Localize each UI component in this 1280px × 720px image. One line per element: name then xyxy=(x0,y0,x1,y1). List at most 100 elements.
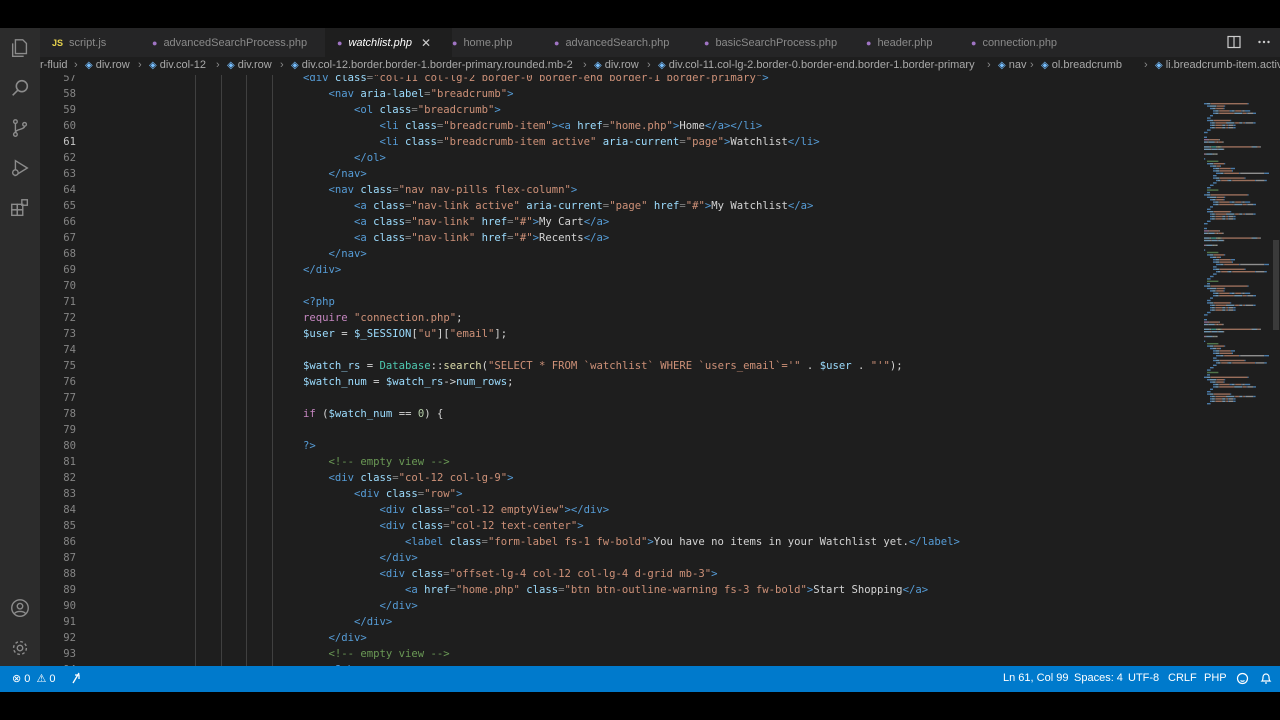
minimap-line xyxy=(1228,400,1229,402)
code-line[interactable]: 90 </div> xyxy=(40,598,1200,614)
vertical-scrollbar[interactable] xyxy=(1272,75,1280,666)
language-mode[interactable]: PHP xyxy=(1204,672,1227,684)
breadcrumb-item[interactable]: ◈ div.row xyxy=(85,59,130,71)
code-line[interactable]: 58 <nav aria-label="breadcrumb"> xyxy=(40,86,1200,102)
notifications-bell-icon[interactable] xyxy=(1260,672,1272,688)
code-line[interactable]: 57 <div class="col-11 col-lg-2 border-0 b… xyxy=(40,75,1200,86)
code-line[interactable]: 74 xyxy=(40,342,1200,358)
code-line[interactable]: 92 </div> xyxy=(40,630,1200,646)
code-line[interactable]: 80 ?> xyxy=(40,438,1200,454)
tab-header[interactable]: ● header.php xyxy=(854,28,971,57)
minimap-line xyxy=(1220,177,1245,179)
minimap-line xyxy=(1244,201,1251,203)
minimap-line xyxy=(1216,362,1218,364)
breadcrumb-item[interactable]: ◈ div.col-12 xyxy=(149,59,206,71)
code-line[interactable]: 81 <!-- empty view --> xyxy=(40,454,1200,470)
scrollbar-thumb[interactable] xyxy=(1273,240,1279,330)
code-line[interactable]: 88 <div class="offset-lg-4 col-12 col-lg-… xyxy=(40,566,1200,582)
code-line[interactable]: 69 </div> xyxy=(40,262,1200,278)
breadcrumb-item[interactable]: ◈ li.breadcrumb-item.active xyxy=(1155,59,1280,71)
tab-advanced-search[interactable]: ● advancedSearch.php xyxy=(542,28,704,57)
minimap-line xyxy=(1225,215,1227,218)
minimap-line xyxy=(1207,251,1219,254)
code-line[interactable]: 59 <ol class="breadcrumb"> xyxy=(40,102,1200,118)
line-ending[interactable]: CRLF xyxy=(1168,672,1197,684)
code-line[interactable]: 78 if ($watch_num == 0) { xyxy=(40,406,1200,422)
code-line[interactable]: 71 <?php xyxy=(40,294,1200,310)
source-control-icon[interactable] xyxy=(8,116,32,140)
minimap-line xyxy=(1229,110,1232,112)
code-line[interactable]: 63 </nav> xyxy=(40,166,1200,182)
minimap-line xyxy=(1240,263,1265,266)
split-editor-icon[interactable] xyxy=(1226,34,1242,50)
more-actions-icon[interactable] xyxy=(1256,34,1272,50)
code-line[interactable]: 65 <a class="nav-link active" aria-curren… xyxy=(40,198,1200,214)
code-line[interactable]: 60 <li class="breadcrumb-item"><a href="h… xyxy=(40,118,1200,134)
minimap-line xyxy=(1225,400,1227,402)
tab-connection[interactable]: ● connection.php xyxy=(959,28,1101,57)
breadcrumb-item[interactable]: ◈ div.row xyxy=(227,59,272,71)
tab-advanced-search-process[interactable]: ● advancedSearchProcess.php xyxy=(140,28,337,57)
breadcrumb-item[interactable]: ◈ div.col-11.col-lg-2.border-0.border-end… xyxy=(658,59,975,71)
tab-home[interactable]: ● home.php xyxy=(440,28,554,57)
code-line[interactable]: 64 <nav class="nav nav-pills flex-column"… xyxy=(40,182,1200,198)
feedback-icon[interactable] xyxy=(1236,672,1249,688)
code-line[interactable]: 85 <div class="col-12 text-center"> xyxy=(40,518,1200,534)
explorer-icon[interactable] xyxy=(8,36,32,60)
code-line[interactable]: 67 <a class="nav-link" href="#">Recents</… xyxy=(40,230,1200,246)
code-line[interactable]: 79 xyxy=(40,422,1200,438)
account-icon[interactable] xyxy=(8,596,32,620)
live-share-icon[interactable] xyxy=(70,672,82,687)
minimap-line xyxy=(1215,309,1222,311)
code-line[interactable]: 84 <div class="col-12 emptyView"></div> xyxy=(40,502,1200,518)
run-debug-icon[interactable] xyxy=(8,156,32,180)
minimap-line xyxy=(1210,148,1212,150)
minimap-line xyxy=(1216,379,1217,381)
breadcrumb-item[interactable]: ◈ ol.breadcrumb xyxy=(1041,59,1122,71)
code-line[interactable]: 70 xyxy=(40,278,1200,294)
minimap-line xyxy=(1216,105,1217,107)
tab-label: advancedSearch.php xyxy=(565,36,670,49)
code-line[interactable]: 72 require "connection.php"; xyxy=(40,310,1200,326)
problems-indicator[interactable]: ⊗ 0 ⚠ 0 xyxy=(12,672,56,685)
tab-script-js[interactable]: JS script.js xyxy=(40,28,152,57)
breadcrumb-item[interactable]: ◈ nav xyxy=(998,59,1026,71)
settings-gear-icon[interactable] xyxy=(8,636,32,660)
minimap-line xyxy=(1220,263,1224,266)
code-line[interactable]: 86 <label class="form-label fs-1 fw-bold"… xyxy=(40,534,1200,550)
code-line[interactable]: 93 <!-- empty view --> xyxy=(40,646,1200,662)
breadcrumb-item[interactable]: ◈ div.col-12.border.border-1.border-prima… xyxy=(291,59,573,71)
code-line[interactable]: 66 <a class="nav-link" href="#">My Cart</… xyxy=(40,214,1200,230)
cursor-position[interactable]: Ln 61, Col 99 xyxy=(1003,672,1068,684)
code-line[interactable]: 87 </div> xyxy=(40,550,1200,566)
minimap-line xyxy=(1226,398,1228,400)
code-line[interactable]: 89 <a href="home.php" class="btn btn-outl… xyxy=(40,582,1200,598)
code-line[interactable]: 62 </ol> xyxy=(40,150,1200,166)
encoding[interactable]: UTF-8 xyxy=(1128,672,1159,684)
minimap[interactable] xyxy=(1200,75,1272,666)
code-line[interactable]: 76 $watch_num = $watch_rs->num_rows; xyxy=(40,374,1200,390)
close-icon[interactable]: ✕ xyxy=(421,36,431,50)
code-line[interactable]: 91 </div> xyxy=(40,614,1200,630)
code-line[interactable]: 75 $watch_rs = Database::search("SELECT *… xyxy=(40,358,1200,374)
breadcrumb-item[interactable]: ◈ div.row xyxy=(594,59,639,71)
minimap-line xyxy=(1231,179,1233,182)
code-line[interactable]: 82 <div class="col-12 col-lg-9"> xyxy=(40,470,1200,486)
code-line[interactable]: 68 </nav> xyxy=(40,246,1200,262)
code-line[interactable]: 61 <li class="breadcrumb-item active" ari… xyxy=(40,134,1200,150)
minimap-line xyxy=(1221,362,1228,364)
minimap-line xyxy=(1253,237,1256,239)
minimap-line xyxy=(1228,127,1229,129)
tab-basic-search-process[interactable]: ● basicSearchProcess.php xyxy=(692,28,866,57)
extensions-icon[interactable] xyxy=(8,196,32,220)
indentation[interactable]: Spaces: 4 xyxy=(1074,672,1123,684)
minimap-line xyxy=(1218,201,1220,203)
code-line[interactable]: 77 xyxy=(40,390,1200,406)
code-editor[interactable]: 57 <div class="col-11 col-lg-2 border-0 b… xyxy=(40,75,1200,666)
chevron-right-icon: › xyxy=(74,59,78,71)
tab-watchlist[interactable]: ● watchlist.php ✕ xyxy=(325,28,452,57)
code-line[interactable]: 83 <div class="row"> xyxy=(40,486,1200,502)
code-line[interactable]: 73 $user = $_SESSION["u"]["email"]; xyxy=(40,326,1200,342)
search-icon[interactable] xyxy=(8,76,32,100)
breadcrumb-item[interactable]: r-fluid xyxy=(40,59,68,71)
